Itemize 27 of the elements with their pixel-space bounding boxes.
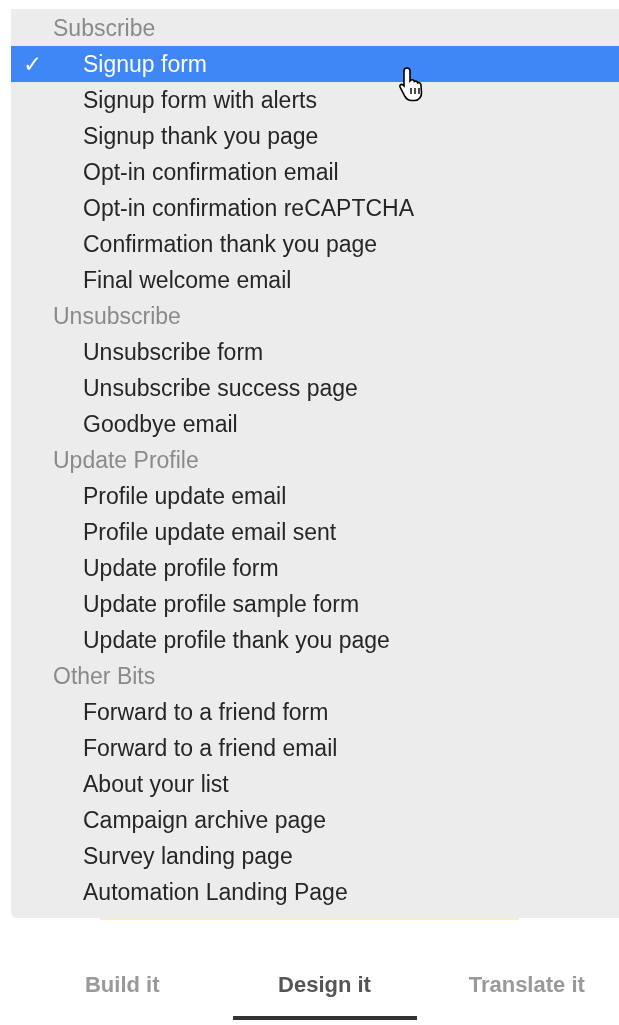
check-mark: ✓ bbox=[23, 52, 42, 76]
menu-item[interactable]: Unsubscribe form bbox=[11, 334, 619, 370]
menu-item[interactable]: Survey landing page bbox=[11, 838, 619, 874]
menu-item[interactable]: Forward to a friend form bbox=[11, 694, 619, 730]
menu-item[interactable]: Campaign archive page bbox=[11, 802, 619, 838]
menu-section-header: Subscribe bbox=[53, 16, 156, 40]
tab[interactable]: Design it bbox=[232, 968, 417, 1020]
menu-item[interactable]: Opt-in confirmation email bbox=[11, 154, 619, 190]
menu-item[interactable]: Profile update email sent bbox=[11, 514, 619, 550]
menu-item[interactable]: Goodbye email bbox=[11, 406, 619, 442]
menu-item[interactable]: Confirmation thank you page bbox=[11, 226, 619, 262]
menu-item[interactable]: Final welcome email bbox=[11, 262, 619, 298]
menu-item[interactable]: Unsubscribe success page bbox=[11, 370, 619, 406]
menu-item[interactable]: Profile update email bbox=[11, 478, 619, 514]
menu-item[interactable]: About your list bbox=[11, 766, 619, 802]
menu-section-header: Unsubscribe bbox=[53, 304, 181, 328]
menu-section-header: Other Bits bbox=[53, 664, 156, 688]
menu-item[interactable]: Automation Landing Page bbox=[11, 874, 619, 910]
menu-item[interactable]: Forward to a friend email bbox=[11, 730, 619, 766]
menu-item[interactable]: Signup thank you page bbox=[11, 118, 619, 154]
menu-item[interactable]: Update profile sample form bbox=[11, 586, 619, 622]
menu-item[interactable]: ✓ Signup form bbox=[11, 46, 619, 82]
menu-section-header: Update Profile bbox=[53, 448, 199, 472]
menu-item[interactable]: Opt-in confirmation reCAPTCHA bbox=[11, 190, 619, 226]
menu-item[interactable]: Signup form with alerts bbox=[11, 82, 619, 118]
menu-item[interactable]: Update profile thank you page bbox=[11, 622, 619, 658]
menu-item[interactable]: Update profile form bbox=[11, 550, 619, 586]
